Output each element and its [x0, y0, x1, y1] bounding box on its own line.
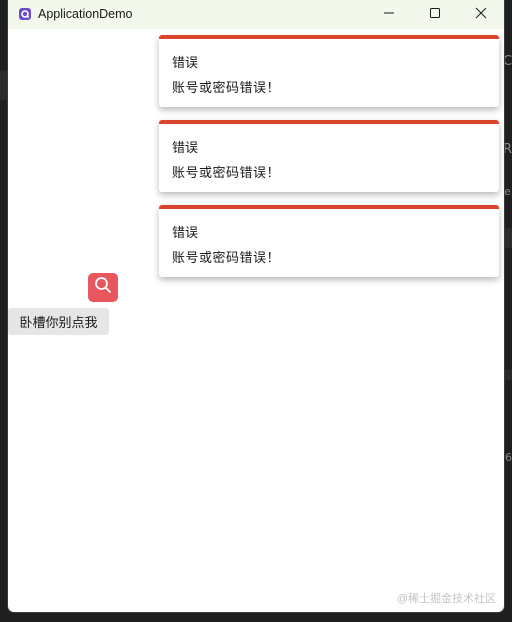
close-icon — [475, 6, 487, 24]
background-text: R — [503, 142, 512, 157]
notification-title: 错误 — [172, 140, 199, 155]
maximize-button[interactable] — [412, 0, 458, 29]
error-notification[interactable]: 错误 账号或密码错误！ — [159, 35, 499, 107]
error-notification[interactable]: 错误 账号或密码错误！ — [159, 205, 499, 277]
window-title: ApplicationDemo — [38, 7, 133, 21]
action-button[interactable]: 卧槽你别点我 — [8, 308, 109, 335]
app-logo-icon — [18, 7, 32, 21]
close-button[interactable] — [458, 0, 504, 29]
minimize-icon — [383, 6, 395, 24]
notification-message: 账号或密码错误！ — [172, 165, 281, 180]
minimize-button[interactable] — [366, 0, 412, 29]
title-bar[interactable]: ApplicationDemo — [8, 0, 504, 29]
background-panel — [504, 370, 512, 380]
background-text: 6 — [505, 451, 512, 464]
notification-title: 错误 — [172, 55, 199, 70]
notification-title: 错误 — [172, 225, 199, 240]
search-icon — [94, 276, 112, 299]
notification-message: 账号或密码错误！ — [172, 250, 281, 265]
error-notification[interactable]: 错误 账号或密码错误！ — [159, 120, 499, 192]
watermark: @稀土掘金技术社区 — [396, 593, 496, 605]
application-window: ApplicationDemo 错误 账号或密码错误！ 错误 账号或密码错误！ … — [8, 0, 504, 612]
background-panel — [0, 70, 8, 100]
background-text: C — [503, 54, 512, 69]
notification-message: 账号或密码错误！ — [172, 80, 281, 95]
search-button[interactable] — [88, 273, 118, 302]
maximize-icon — [429, 6, 441, 24]
background-text: e — [504, 185, 511, 198]
background-panel — [504, 228, 512, 248]
